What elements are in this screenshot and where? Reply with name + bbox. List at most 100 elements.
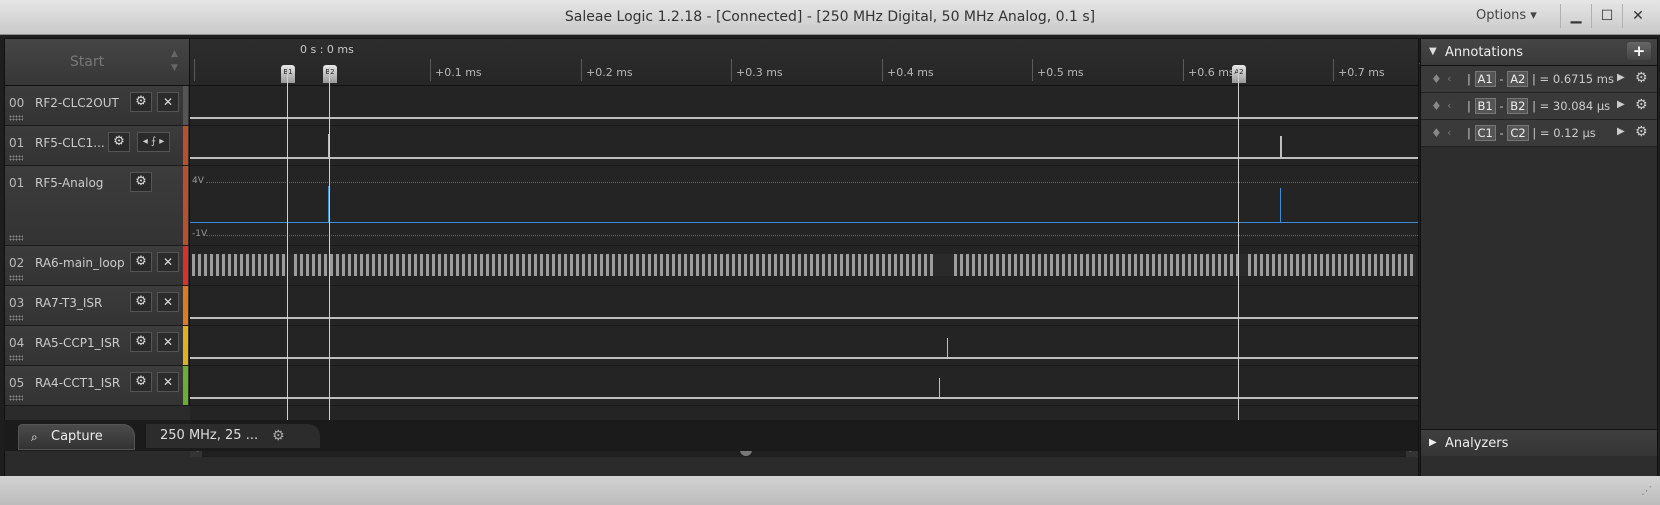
cursor-a2[interactable] bbox=[1238, 67, 1239, 437]
waveform-gap bbox=[1240, 254, 1246, 276]
annotation-row[interactable]: ♦ ‹ | C1 - C2 | = 0.12 µs ▶ ⚙ bbox=[1421, 120, 1657, 147]
pin-icon[interactable]: ♦ bbox=[1431, 126, 1442, 140]
drag-handle-icon[interactable] bbox=[9, 395, 23, 401]
gear-icon[interactable]: ⚙ bbox=[130, 252, 152, 272]
waveform-pulse bbox=[939, 378, 940, 398]
channel-row[interactable]: 00 RF2-CLC2OUT ⚙ ✕ bbox=[5, 86, 190, 126]
waveform-pulse bbox=[1280, 136, 1282, 158]
analog-lane[interactable]: 4V -1V bbox=[190, 166, 1418, 246]
pin-icon[interactable]: ♦ bbox=[1431, 99, 1442, 113]
waveform-lane[interactable] bbox=[190, 366, 1418, 406]
drag-handle-icon[interactable] bbox=[9, 115, 23, 121]
collapse-triangle-icon[interactable]: ▼ bbox=[1429, 46, 1437, 57]
gear-icon[interactable]: ⚙ bbox=[130, 372, 152, 392]
channel-row[interactable]: 03 RA7-T3_ISR ⚙ ✕ bbox=[5, 286, 190, 326]
waveform-lane[interactable] bbox=[190, 126, 1418, 166]
waveform-lane[interactable] bbox=[190, 86, 1418, 126]
gear-icon[interactable]: ⚙ bbox=[1635, 124, 1648, 140]
expand-triangle-icon[interactable]: ▶ bbox=[1429, 437, 1437, 448]
play-icon[interactable]: ▶ bbox=[1617, 99, 1625, 110]
gear-icon[interactable]: ⚙ bbox=[1635, 70, 1648, 86]
channel-row[interactable]: 04 RA5-CCP1_ISR ⚙ ✕ bbox=[5, 326, 190, 366]
gear-icon[interactable]: ⚙ bbox=[130, 332, 152, 352]
close-icon[interactable]: ✕ bbox=[157, 372, 179, 392]
expand-icon[interactable]: ‹ bbox=[1447, 99, 1451, 112]
waveform-lane[interactable] bbox=[190, 326, 1418, 366]
waveform-trace bbox=[190, 357, 1418, 359]
resize-grip-icon[interactable]: ⋰ bbox=[1641, 484, 1652, 497]
close-icon[interactable]: ✕ bbox=[157, 332, 179, 352]
channel-number: 04 bbox=[9, 336, 25, 350]
minimize-button[interactable]: ▁ bbox=[1560, 4, 1591, 28]
time-ruler[interactable]: 0 s : 0 ms +0.1 ms +0.2 ms +0.3 ms +0.4 … bbox=[190, 39, 1418, 86]
channel-number: 01 bbox=[9, 136, 25, 150]
marker-b2[interactable]: B2 bbox=[323, 65, 337, 83]
drag-handle-icon[interactable] bbox=[9, 235, 23, 241]
capture-tab[interactable]: ⌕ Capture bbox=[18, 424, 135, 450]
gear-icon[interactable]: ⚙ bbox=[130, 172, 152, 192]
annotation-row[interactable]: ♦ ‹ | B1 - B2 | = 30.084 µs ▶ ⚙ bbox=[1421, 93, 1657, 120]
waveform-gap bbox=[935, 254, 951, 276]
channel-row[interactable]: 01 RF5-Analog ⚙ bbox=[5, 166, 190, 246]
channel-name[interactable]: RF5-CLC1... bbox=[35, 136, 105, 150]
waveform-trace bbox=[190, 157, 1418, 159]
session-gear-icon[interactable]: ⚙ bbox=[272, 424, 285, 448]
trigger-edge-button[interactable]: ◂ ⨍ ▸ bbox=[137, 132, 170, 152]
cursor-b1[interactable] bbox=[287, 67, 288, 437]
capture-magnify-icon: ⌕ bbox=[31, 430, 38, 444]
waveform-lane[interactable] bbox=[190, 246, 1418, 286]
add-annotation-button[interactable]: + bbox=[1627, 42, 1651, 60]
annotations-header[interactable]: ▼ Annotations + bbox=[1421, 39, 1657, 66]
gear-icon[interactable]: ⚙ bbox=[130, 92, 152, 112]
ruler-tick bbox=[1333, 59, 1334, 81]
options-menu[interactable]: Options ▾ bbox=[1470, 8, 1543, 23]
play-icon[interactable]: ▶ bbox=[1617, 72, 1625, 83]
channel-name[interactable]: RA4-CCT1_ISR bbox=[35, 376, 120, 390]
analyzers-header[interactable]: ▶ Analyzers bbox=[1421, 429, 1657, 456]
channel-name[interactable]: RA7-T3_ISR bbox=[35, 296, 102, 310]
expand-icon[interactable]: ‹ bbox=[1447, 126, 1451, 139]
drag-handle-icon[interactable] bbox=[9, 275, 23, 281]
gear-icon[interactable]: ⚙ bbox=[130, 292, 152, 312]
drag-handle-icon[interactable] bbox=[9, 155, 23, 161]
pin-icon[interactable]: ♦ bbox=[1431, 72, 1442, 86]
channel-name[interactable]: RF5-Analog bbox=[35, 176, 103, 190]
channel-name[interactable]: RF2-CLC2OUT bbox=[35, 96, 119, 110]
ruler-tick bbox=[194, 59, 195, 81]
ruler-tick-label: +0.1 ms bbox=[435, 66, 482, 79]
maximize-button[interactable]: ☐ bbox=[1591, 4, 1622, 28]
expand-icon[interactable]: ‹ bbox=[1447, 72, 1451, 85]
channel-color-bar bbox=[183, 166, 188, 245]
session-tab[interactable]: 250 MHz, 25 ... ⚙ bbox=[146, 424, 320, 448]
analog-gridline bbox=[206, 182, 1418, 183]
drag-handle-icon[interactable] bbox=[9, 355, 23, 361]
ruler-tick-label: +0.3 ms bbox=[736, 66, 783, 79]
ruler-tick bbox=[882, 59, 883, 81]
drag-handle-icon[interactable] bbox=[9, 315, 23, 321]
analog-spike bbox=[1280, 188, 1281, 222]
close-window-button[interactable]: ✕ bbox=[1622, 4, 1653, 28]
cursor-b2[interactable] bbox=[329, 67, 330, 437]
start-spinner-icon[interactable]: ▲ ▼ bbox=[171, 47, 178, 75]
annotation-row[interactable]: ♦ ‹ | A1 - A2 | = 0.6715 ms ▶ ⚙ bbox=[1421, 66, 1657, 93]
gear-icon[interactable]: ⚙ bbox=[108, 132, 130, 152]
close-icon[interactable]: ✕ bbox=[157, 292, 179, 312]
status-bar: ⋰ bbox=[0, 476, 1660, 505]
start-button[interactable]: Start bbox=[5, 39, 169, 85]
close-icon[interactable]: ✕ bbox=[157, 92, 179, 112]
channel-row[interactable]: 01 RF5-CLC1... ⚙ ◂ ⨍ ▸ bbox=[5, 126, 190, 166]
channel-name[interactable]: RA6-main_loop bbox=[35, 256, 125, 270]
channel-name[interactable]: RA5-CCP1_ISR bbox=[35, 336, 120, 350]
close-icon[interactable]: ✕ bbox=[157, 252, 179, 272]
channel-number: 05 bbox=[9, 376, 25, 390]
play-icon[interactable]: ▶ bbox=[1617, 126, 1625, 137]
marker-b1[interactable]: B1 bbox=[281, 65, 295, 83]
gear-icon[interactable]: ⚙ bbox=[1635, 97, 1648, 113]
channel-color-bar bbox=[183, 366, 188, 405]
channel-row[interactable]: 05 RA4-CCT1_ISR ⚙ ✕ bbox=[5, 366, 190, 406]
marker-a2[interactable]: A2 bbox=[1232, 65, 1246, 83]
analog-gridline bbox=[206, 235, 1418, 236]
ruler-tick bbox=[430, 59, 431, 81]
channel-row[interactable]: 02 RA6-main_loop ⚙ ✕ bbox=[5, 246, 190, 286]
waveform-lane[interactable] bbox=[190, 286, 1418, 326]
